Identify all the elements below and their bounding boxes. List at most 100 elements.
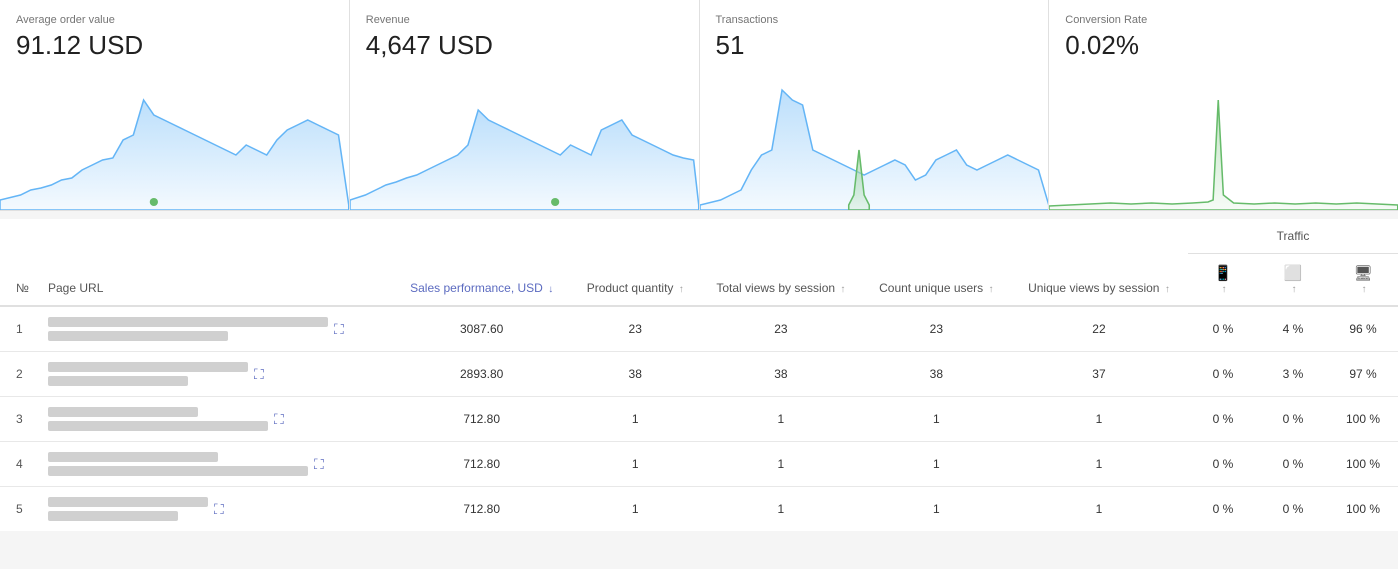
url-bars-4 bbox=[48, 497, 208, 521]
chart-avg-order bbox=[0, 70, 349, 210]
metric-card-conversion: Conversion Rate 0.02% bbox=[1049, 0, 1398, 210]
desktop-icon: 🖥 bbox=[1353, 264, 1372, 282]
cell-url-4: ⛶ bbox=[40, 487, 392, 532]
cell-sales-4: 712.80 bbox=[392, 487, 572, 532]
cell-url-0: ⛶ bbox=[40, 306, 392, 352]
cell-total-views-0: 23 bbox=[699, 306, 863, 352]
cell-total-views-2: 1 bbox=[699, 397, 863, 442]
cell-count-unique-4: 1 bbox=[863, 487, 1010, 532]
external-link-icon-0[interactable]: ⛶ bbox=[334, 321, 344, 338]
cell-count-unique-1: 38 bbox=[863, 352, 1010, 397]
url-bar-top-3 bbox=[48, 452, 218, 462]
cell-unique-views-2: 1 bbox=[1010, 397, 1188, 442]
cell-product-qty-4: 1 bbox=[571, 487, 699, 532]
data-table: № Page URL Sales performance, USD ↓ Prod… bbox=[0, 219, 1398, 531]
col-header-tablet: ⬜ ↑ bbox=[1258, 254, 1328, 307]
cell-desktop-1: 97 % bbox=[1328, 352, 1398, 397]
metric-card-transactions: Transactions 51 bbox=[700, 0, 1050, 210]
cell-num-0: 1 bbox=[0, 306, 40, 352]
cell-count-unique-2: 1 bbox=[863, 397, 1010, 442]
sort-icon-sales[interactable]: ↓ bbox=[548, 284, 553, 295]
cell-product-qty-2: 1 bbox=[571, 397, 699, 442]
url-bar-bot-2 bbox=[48, 421, 268, 431]
cell-tablet-0: 4 % bbox=[1258, 306, 1328, 352]
metric-label-conversion: Conversion Rate bbox=[1065, 14, 1382, 26]
cell-mobile-3: 0 % bbox=[1188, 442, 1258, 487]
cell-unique-views-3: 1 bbox=[1010, 442, 1188, 487]
cell-desktop-2: 100 % bbox=[1328, 397, 1398, 442]
sort-icon-unique-views[interactable]: ↑ bbox=[1165, 284, 1170, 295]
cell-num-4: 5 bbox=[0, 487, 40, 532]
url-bar-top-0 bbox=[48, 317, 328, 327]
table-row: 3 ⛶ 712.80 1 1 1 1 0 % 0 % 100 % bbox=[0, 397, 1398, 442]
cell-num-2: 3 bbox=[0, 397, 40, 442]
cell-product-qty-0: 23 bbox=[571, 306, 699, 352]
metrics-row: Average order value 91.12 USD Revenue 4,… bbox=[0, 0, 1398, 211]
cell-sales-1: 2893.80 bbox=[392, 352, 572, 397]
cell-desktop-4: 100 % bbox=[1328, 487, 1398, 532]
data-table-section: № Page URL Sales performance, USD ↓ Prod… bbox=[0, 219, 1398, 531]
cell-mobile-1: 0 % bbox=[1188, 352, 1258, 397]
col-header-traffic: Traffic bbox=[1188, 219, 1398, 254]
cell-product-qty-1: 38 bbox=[571, 352, 699, 397]
sort-icon-mobile[interactable]: ↑ bbox=[1222, 284, 1227, 295]
table-row: 2 ⛶ 2893.80 38 38 38 37 0 % 3 % 97 % bbox=[0, 352, 1398, 397]
url-bars-0 bbox=[48, 317, 328, 341]
cell-unique-views-4: 1 bbox=[1010, 487, 1188, 532]
cell-sales-0: 3087.60 bbox=[392, 306, 572, 352]
url-bars-1 bbox=[48, 362, 248, 386]
sort-icon-product-qty[interactable]: ↑ bbox=[679, 284, 684, 295]
cell-total-views-4: 1 bbox=[699, 487, 863, 532]
cell-desktop-0: 96 % bbox=[1328, 306, 1398, 352]
cell-mobile-2: 0 % bbox=[1188, 397, 1258, 442]
tablet-icon: ⬜ bbox=[1284, 264, 1303, 282]
cell-num-3: 4 bbox=[0, 442, 40, 487]
col-header-unique-views: Unique views by session ↑ bbox=[1010, 219, 1188, 306]
col-header-count-unique: Count unique users ↑ bbox=[863, 219, 1010, 306]
col-header-product-qty: Product quantity ↑ bbox=[571, 219, 699, 306]
cell-tablet-1: 3 % bbox=[1258, 352, 1328, 397]
metric-value-avg-order: 91.12 USD bbox=[16, 30, 333, 61]
table-row: 5 ⛶ 712.80 1 1 1 1 0 % 0 % 100 % bbox=[0, 487, 1398, 532]
external-link-icon-4[interactable]: ⛶ bbox=[214, 501, 224, 518]
url-bar-bot-3 bbox=[48, 466, 308, 476]
metric-card-revenue: Revenue 4,647 USD bbox=[350, 0, 700, 210]
url-bar-top-1 bbox=[48, 362, 248, 372]
external-link-icon-3[interactable]: ⛶ bbox=[314, 456, 324, 473]
col-header-total-views: Total views by session ↑ bbox=[699, 219, 863, 306]
cell-unique-views-0: 22 bbox=[1010, 306, 1188, 352]
cell-total-views-1: 38 bbox=[699, 352, 863, 397]
sort-icon-desktop[interactable]: ↑ bbox=[1362, 284, 1367, 295]
url-bars-3 bbox=[48, 452, 308, 476]
external-link-icon-2[interactable]: ⛶ bbox=[274, 411, 284, 428]
cell-count-unique-0: 23 bbox=[863, 306, 1010, 352]
metric-value-revenue: 4,647 USD bbox=[366, 30, 683, 61]
sort-icon-tablet[interactable]: ↑ bbox=[1292, 284, 1297, 295]
cell-sales-2: 712.80 bbox=[392, 397, 572, 442]
cell-num-1: 2 bbox=[0, 352, 40, 397]
metric-label-transactions: Transactions bbox=[716, 14, 1033, 26]
sort-icon-total-views[interactable]: ↑ bbox=[840, 284, 845, 295]
url-bar-bot-4 bbox=[48, 511, 178, 521]
url-bar-top-4 bbox=[48, 497, 208, 507]
cell-desktop-3: 100 % bbox=[1328, 442, 1398, 487]
chart-revenue bbox=[350, 70, 699, 210]
cell-count-unique-3: 1 bbox=[863, 442, 1010, 487]
metric-label-revenue: Revenue bbox=[366, 14, 683, 26]
cell-unique-views-1: 37 bbox=[1010, 352, 1188, 397]
mobile-icon: 📱 bbox=[1214, 264, 1233, 282]
col-header-num: № bbox=[0, 219, 40, 306]
chart-conversion bbox=[1049, 70, 1398, 210]
cell-url-2: ⛶ bbox=[40, 397, 392, 442]
cell-mobile-4: 0 % bbox=[1188, 487, 1258, 532]
metric-value-conversion: 0.02% bbox=[1065, 30, 1382, 61]
cell-tablet-2: 0 % bbox=[1258, 397, 1328, 442]
external-link-icon-1[interactable]: ⛶ bbox=[254, 366, 264, 383]
table-row: 1 ⛶ 3087.60 23 23 23 22 0 % 4 % 96 % bbox=[0, 306, 1398, 352]
col-header-url: Page URL bbox=[40, 219, 392, 306]
metric-card-avg-order: Average order value 91.12 USD bbox=[0, 0, 350, 210]
cell-sales-3: 712.80 bbox=[392, 442, 572, 487]
sort-icon-count-unique[interactable]: ↑ bbox=[989, 284, 994, 295]
col-header-desktop: 🖥 ↑ bbox=[1328, 254, 1398, 307]
url-bar-top-2 bbox=[48, 407, 198, 417]
